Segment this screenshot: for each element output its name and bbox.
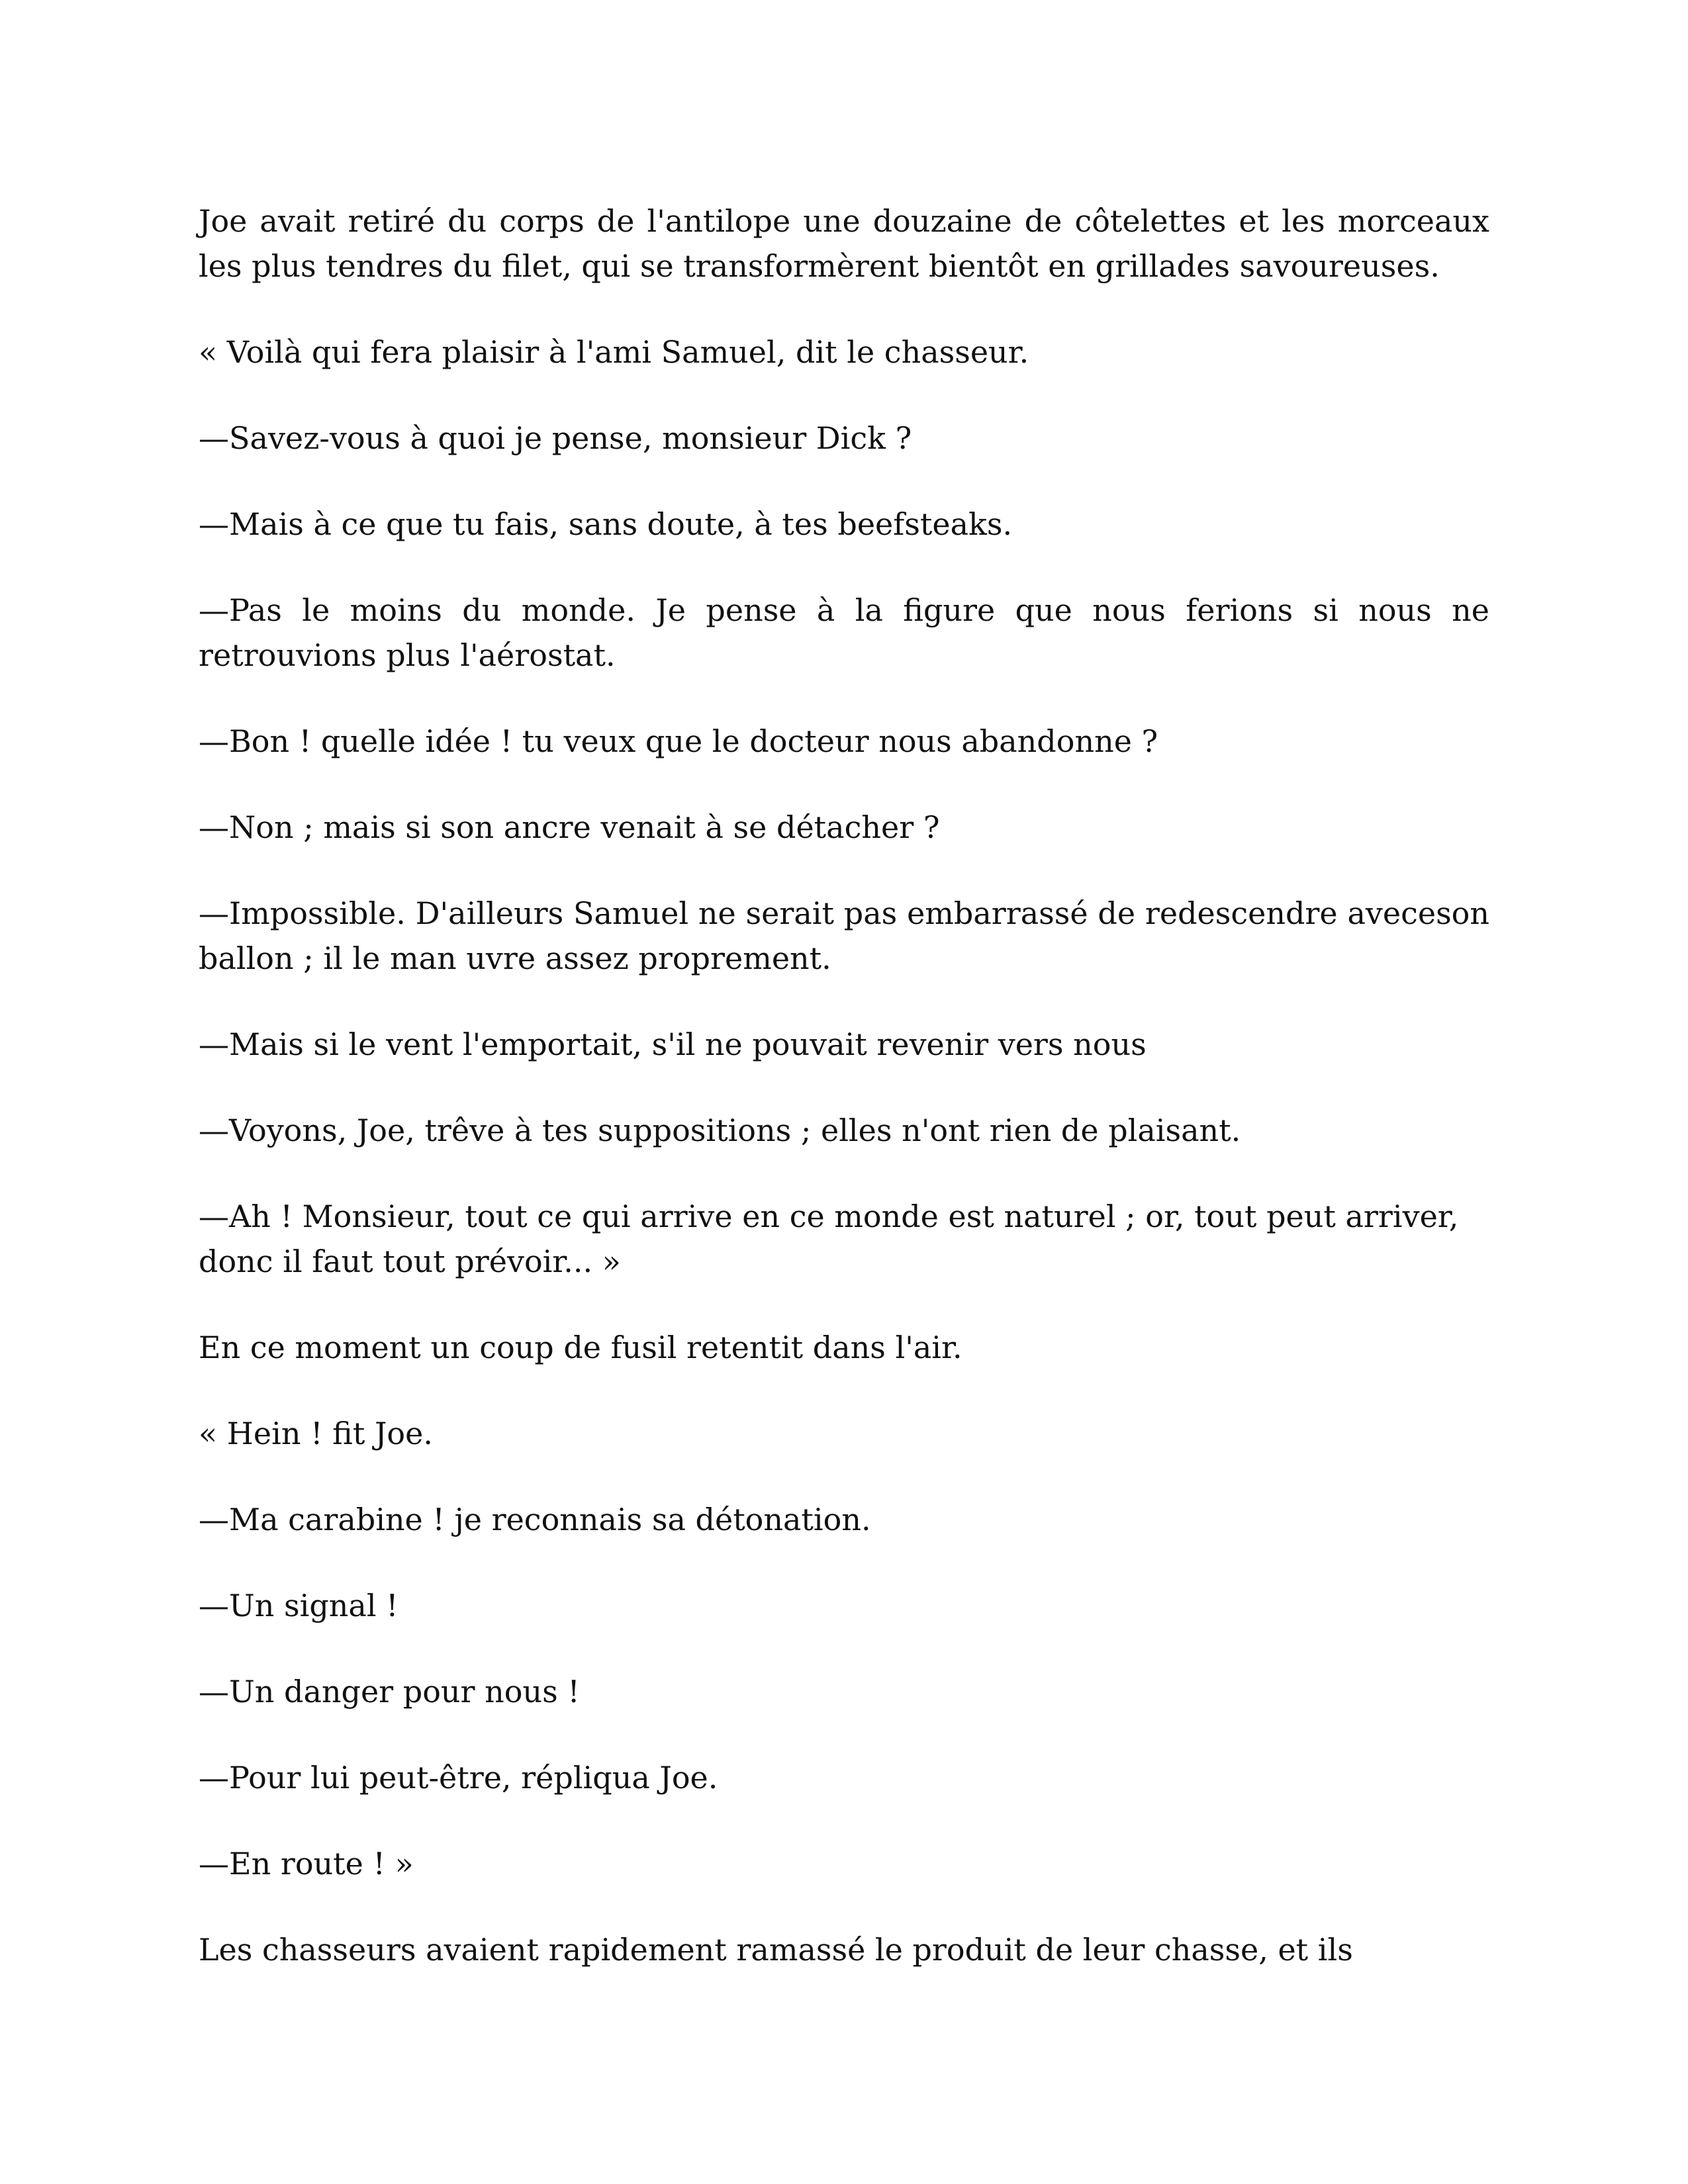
document-page: Joe avait retiré du corps de l'antilope … (0, 0, 1688, 2184)
paragraph: —En route ! » (199, 1846, 414, 1882)
paragraph: Les chasseurs avaient rapidement ramassé… (199, 1932, 1353, 1968)
paragraph: —Voyons, Joe, trêve à tes suppositions ;… (199, 1113, 1241, 1148)
body-text: Joe avait retiré du corps de l'antilope … (199, 199, 1489, 2013)
paragraph: —Pas le moins du monde. Je pense à la fi… (199, 592, 1489, 673)
paragraph: Joe avait retiré du corps de l'antilope … (199, 203, 1489, 284)
paragraph: —Ah ! Monsieur, tout ce qui arrive en ce… (199, 1199, 1459, 1279)
paragraph: —Mais à ce que tu fais, sans doute, à te… (199, 506, 1013, 542)
paragraph: —Non ; mais si son ancre venait à se dét… (199, 809, 940, 845)
paragraph: —Ma carabine ! je reconnais sa détonatio… (199, 1502, 871, 1537)
paragraph: « Voilà qui fera plaisir à l'ami Samuel,… (199, 334, 1029, 370)
paragraph: « Hein ! fit Joe. (199, 1416, 433, 1451)
paragraph: —Impossible. D'ailleurs Samuel ne serait… (199, 895, 1489, 976)
paragraph: —Pour lui peut-être, répliqua Joe. (199, 1760, 718, 1796)
paragraph: —Bon ! quelle idée ! tu veux que le doct… (199, 723, 1158, 759)
paragraph: —Savez-vous à quoi je pense, monsieur Di… (199, 420, 912, 456)
paragraph: En ce moment un coup de fusil retentit d… (199, 1330, 962, 1365)
paragraph: —Un danger pour nous ! (199, 1674, 580, 1709)
paragraph: —Un signal ! (199, 1588, 399, 1623)
paragraph: —Mais si le vent l'emportait, s'il ne po… (199, 1026, 1147, 1062)
